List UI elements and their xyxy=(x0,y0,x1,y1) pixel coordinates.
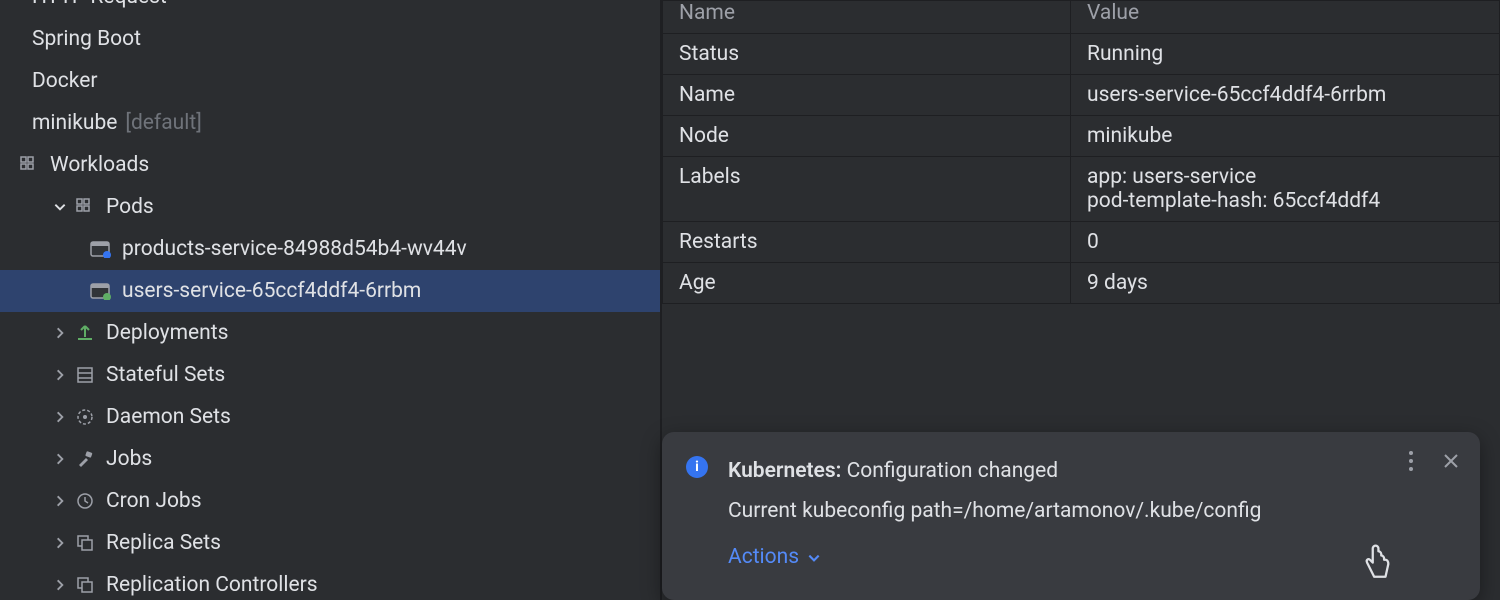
close-button[interactable] xyxy=(1442,452,1460,470)
tree-item-replication-controllers[interactable]: Replication Controllers xyxy=(0,564,660,600)
notification-title: Kubernetes: Configuration changed xyxy=(728,452,1456,492)
table-header-name: Name xyxy=(663,1,1071,34)
tree-label: HTTP Request xyxy=(32,0,167,9)
pod-green-icon xyxy=(88,282,114,300)
tree-label: Docker xyxy=(32,69,97,93)
replica-icon xyxy=(72,533,98,553)
tree-label: Cron Jobs xyxy=(106,489,202,513)
chevron-right-icon xyxy=(48,410,72,424)
chevron-right-icon xyxy=(48,368,72,382)
cell-name: Status xyxy=(663,34,1071,75)
cell-value: 0 xyxy=(1071,222,1500,263)
deploy-icon xyxy=(72,323,98,343)
cell-name: Restarts xyxy=(663,222,1071,263)
tree-label: Replica Sets xyxy=(106,531,221,555)
tree-item-statefulsets[interactable]: Stateful Sets xyxy=(0,354,660,396)
stateful-icon xyxy=(72,365,98,385)
tree-item-pod-products[interactable]: products-service-84988d54b4-wv44v xyxy=(0,228,660,270)
notification-toast: i Kubernetes: Configuration changed Curr… xyxy=(662,432,1480,600)
grid-icon xyxy=(16,155,42,175)
table-row[interactable]: Labels app: users-service pod-template-h… xyxy=(663,157,1500,222)
table-row[interactable]: Restarts 0 xyxy=(663,222,1500,263)
tree-label: Workloads xyxy=(50,153,149,177)
tree-item-minikube[interactable]: minikube [default] xyxy=(0,102,660,144)
cell-value: users-service-65ccf4ddf4-6rrbm xyxy=(1071,75,1500,116)
cell-value: 9 days xyxy=(1071,263,1500,304)
chevron-right-icon xyxy=(48,578,72,592)
table-row[interactable]: Age 9 days xyxy=(663,263,1500,304)
grid-icon xyxy=(72,197,98,217)
daemon-icon xyxy=(72,407,98,427)
tree-item-replicasets[interactable]: Replica Sets xyxy=(0,522,660,564)
tree-item-daemonsets[interactable]: Daemon Sets xyxy=(0,396,660,438)
clock-icon xyxy=(72,491,98,511)
notification-body: Current kubeconfig path=/home/artamonov/… xyxy=(728,492,1456,532)
tree-label: Jobs xyxy=(106,447,152,471)
info-icon: i xyxy=(686,456,708,478)
cell-value: minikube xyxy=(1071,116,1500,157)
tree-label: Pods xyxy=(106,195,154,219)
actions-label: Actions xyxy=(728,538,799,578)
tree-item-jobs[interactable]: Jobs xyxy=(0,438,660,480)
tree-label: minikube xyxy=(32,111,117,135)
tree-item-pod-users[interactable]: users-service-65ccf4ddf4-6rrbm xyxy=(0,270,660,312)
cell-name: Age xyxy=(663,263,1071,304)
notification-title-rest: Configuration changed xyxy=(847,459,1059,483)
tree-label: Daemon Sets xyxy=(106,405,231,429)
chevron-down-icon xyxy=(807,551,821,565)
chevron-right-icon xyxy=(48,536,72,550)
tree-label: Spring Boot xyxy=(32,27,141,51)
tree-item-pods[interactable]: Pods xyxy=(0,186,660,228)
chevron-down-icon xyxy=(48,200,72,214)
cell-name: Name xyxy=(663,75,1071,116)
chevron-right-icon xyxy=(48,494,72,508)
tree-suffix: [default] xyxy=(125,111,201,135)
more-button[interactable] xyxy=(1408,450,1414,472)
tree-label: products-service-84988d54b4-wv44v xyxy=(122,237,467,261)
details-table: Name Value Status Running Name users-ser… xyxy=(662,0,1500,304)
table-row[interactable]: Status Running xyxy=(663,34,1500,75)
tree-label: Deployments xyxy=(106,321,228,345)
hammer-icon xyxy=(72,449,98,469)
sidebar-tree: HTTP Request Spring Boot Docker minikube… xyxy=(0,0,660,600)
actions-dropdown[interactable]: Actions xyxy=(728,538,821,578)
chevron-right-icon xyxy=(48,326,72,340)
pod-blue-icon xyxy=(88,240,114,258)
table-row[interactable]: Node minikube xyxy=(663,116,1500,157)
table-row[interactable]: Name users-service-65ccf4ddf4-6rrbm xyxy=(663,75,1500,116)
chevron-right-icon xyxy=(48,452,72,466)
cell-name: Node xyxy=(663,116,1071,157)
notification-title-prefix: Kubernetes: xyxy=(728,459,841,483)
cursor-hand-icon xyxy=(1360,544,1394,590)
tree-label: Replication Controllers xyxy=(106,573,318,597)
tree-item-spring-boot[interactable]: Spring Boot xyxy=(0,18,660,60)
replica-icon xyxy=(72,575,98,595)
tree-item-workloads[interactable]: Workloads xyxy=(0,144,660,186)
tree-item-cronjobs[interactable]: Cron Jobs xyxy=(0,480,660,522)
table-header-value: Value xyxy=(1071,1,1500,34)
cell-value: Running xyxy=(1071,34,1500,75)
tree-label: users-service-65ccf4ddf4-6rrbm xyxy=(122,279,421,303)
tree-item-http-request[interactable]: HTTP Request xyxy=(0,0,660,18)
cell-value: app: users-service pod-template-hash: 65… xyxy=(1071,157,1500,222)
tree-item-docker[interactable]: Docker xyxy=(0,60,660,102)
tree-label: Stateful Sets xyxy=(106,363,225,387)
tree-item-deployments[interactable]: Deployments xyxy=(0,312,660,354)
cell-name: Labels xyxy=(663,157,1071,222)
